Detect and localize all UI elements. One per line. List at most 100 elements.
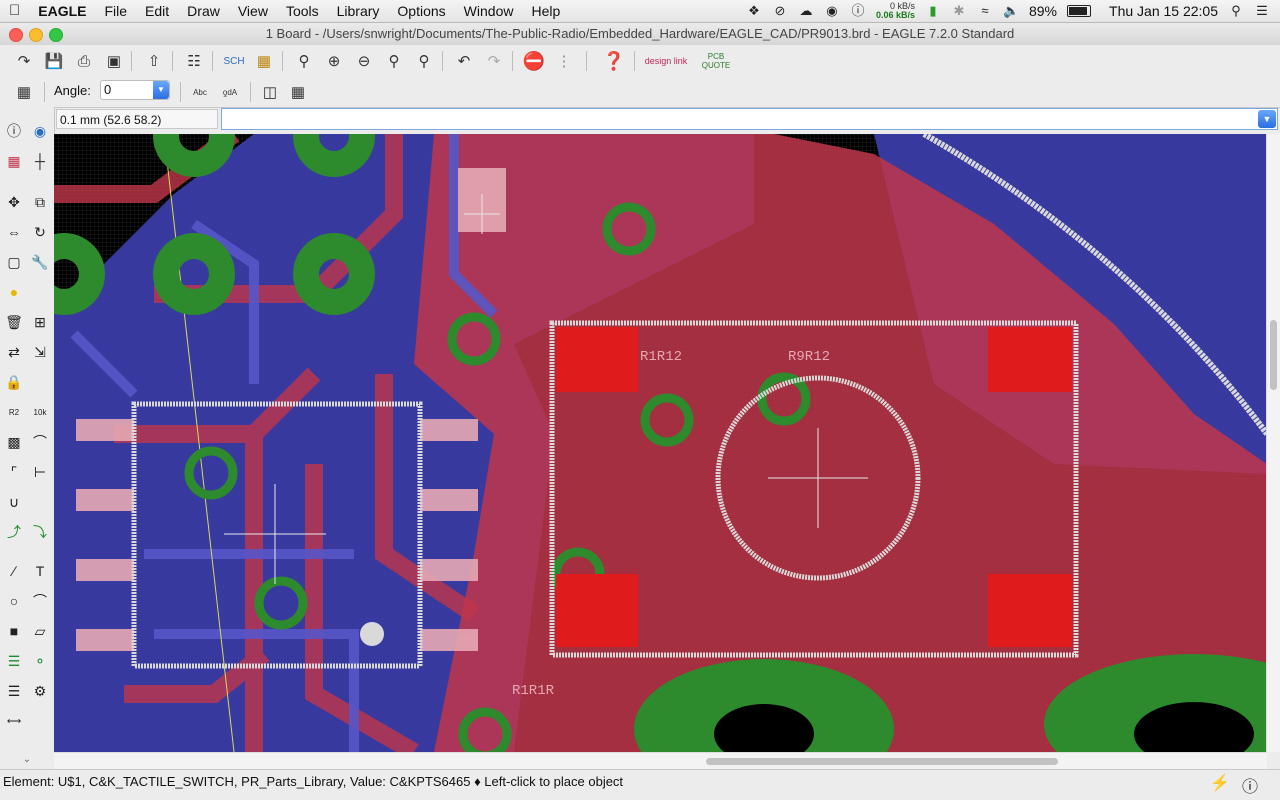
rotate-tool-icon[interactable]: ↻ xyxy=(28,220,52,244)
cloud-icon[interactable]: ☁ xyxy=(798,4,814,18)
command-history-dropdown-icon[interactable]: ▼ xyxy=(1258,110,1276,128)
circle-tool-icon[interactable]: ○ xyxy=(2,589,26,613)
lock-element-tool-icon[interactable]: ⇲ xyxy=(28,340,52,364)
miter-tool-icon[interactable]: ⌒ xyxy=(28,430,52,454)
via-tool-icon[interactable]: ☰ xyxy=(2,649,26,673)
rotate-icon[interactable]: ▦ xyxy=(286,80,310,104)
save-icon[interactable]: 💾 xyxy=(42,49,66,73)
copy-tool-icon[interactable]: ⧉ xyxy=(28,190,52,214)
value-tool-icon[interactable]: 10k xyxy=(28,400,52,424)
menu-edit[interactable]: Edit xyxy=(136,0,178,22)
signal-tool-icon[interactable]: ⚬ xyxy=(28,649,52,673)
dimension-tool-icon[interactable]: ⟷ xyxy=(2,709,26,733)
vertical-scrollbar[interactable] xyxy=(1266,134,1280,752)
smash-tool-icon[interactable]: ▩ xyxy=(2,430,26,454)
paste-tool-icon[interactable]: ● xyxy=(2,280,26,304)
minimize-window-button[interactable] xyxy=(29,28,43,42)
palette-expand-chevron-icon[interactable]: ⌄ xyxy=(15,747,39,771)
zoom-window-button[interactable] xyxy=(49,28,63,42)
polygon-tool-icon[interactable]: ▱ xyxy=(28,619,52,643)
layer-settings-icon[interactable]: ☷ xyxy=(182,49,206,73)
battery-monitor-icon[interactable]: ▮ xyxy=(925,4,941,18)
clock[interactable]: Thu Jan 15 22:05 xyxy=(1101,3,1218,19)
network-monitor[interactable]: 0 kB/s 0.06 kB/s xyxy=(876,2,915,20)
print-icon[interactable]: ⎙ xyxy=(72,49,96,73)
lock-tool-icon[interactable]: 🔒 xyxy=(2,370,26,394)
name-tool-icon[interactable]: R2 xyxy=(2,400,26,424)
info-circle-icon[interactable]: ⓘ xyxy=(850,4,866,18)
menu-window[interactable]: Window xyxy=(455,0,523,22)
menu-draw[interactable]: Draw xyxy=(178,0,229,22)
mirror-icon[interactable]: ◫ xyxy=(258,80,282,104)
wifi-icon[interactable]: ≈ xyxy=(977,4,993,18)
spotlight-icon[interactable]: ⚲ xyxy=(1228,4,1244,18)
zoom-fit-icon[interactable]: ⚲ xyxy=(292,49,316,73)
zoom-select-icon[interactable]: ⚲ xyxy=(412,49,436,73)
timemachine-icon[interactable]: ⊘ xyxy=(772,4,788,18)
meander-tool-icon[interactable]: ∪ xyxy=(2,490,26,514)
pcbquote-button[interactable]: PCB QUOTE xyxy=(696,49,736,73)
hole-tool-icon[interactable]: ☰ xyxy=(2,679,26,703)
designlink-button[interactable]: design link xyxy=(644,49,688,73)
optimize-tool-icon[interactable]: ⊢ xyxy=(28,460,52,484)
menu-options[interactable]: Options xyxy=(388,0,454,22)
battery-icon[interactable] xyxy=(1067,5,1092,17)
lightning-icon[interactable]: ⚡ xyxy=(1210,773,1230,797)
redo-icon[interactable]: ↷ xyxy=(482,49,506,73)
help-icon[interactable]: ❓ xyxy=(602,49,626,73)
grid-icon[interactable]: ▦ xyxy=(12,80,36,104)
close-window-button[interactable] xyxy=(9,28,23,42)
dropbox-icon[interactable]: ❖ xyxy=(746,4,762,18)
add-tool-icon[interactable]: ⊞ xyxy=(28,310,52,334)
show-tool-icon[interactable]: ◉ xyxy=(28,119,52,143)
display-tool-icon[interactable]: ▦ xyxy=(2,149,26,173)
bluetooth-icon[interactable]: ✱ xyxy=(951,4,967,18)
text-tool-icon[interactable]: T xyxy=(28,559,52,583)
move-tool-icon[interactable]: ✥ xyxy=(2,190,26,214)
board-canvas[interactable]: R1R12 R9R12 R1R1R xyxy=(54,134,1267,752)
mark-tool-icon[interactable]: ┼ xyxy=(28,149,52,173)
stop-command-icon[interactable]: ⓘ xyxy=(1242,773,1258,797)
menu-view[interactable]: View xyxy=(229,0,277,22)
go-icon[interactable]: ⋮ xyxy=(552,49,576,73)
attribute-tool-icon[interactable]: ⚙ xyxy=(28,679,52,703)
stop-icon[interactable]: ⛔ xyxy=(522,49,546,73)
info-tool-icon[interactable]: ⓘ xyxy=(2,119,26,143)
abc-mirror-icon[interactable]: ƍdA xyxy=(218,80,242,104)
abc-text-icon[interactable]: Abc xyxy=(188,80,212,104)
rect-tool-icon[interactable]: ■ xyxy=(2,619,26,643)
wire-tool-icon[interactable]: ∕ xyxy=(2,559,26,583)
volume-icon[interactable]: 🔈 xyxy=(1003,4,1019,18)
ulp-icon[interactable]: ⇧ xyxy=(142,49,166,73)
board-icon[interactable]: ▦ xyxy=(252,49,276,73)
zoom-in-icon[interactable]: ⊕ xyxy=(322,49,346,73)
group-tool-icon[interactable]: ▢ xyxy=(2,250,26,274)
horizontal-scroll-thumb[interactable] xyxy=(706,758,1058,765)
chevron-down-icon[interactable]: ▼ xyxy=(153,81,169,99)
angle-combo[interactable]: 0 ▼ xyxy=(100,80,170,100)
ripup-tool-icon[interactable]: ⤵ xyxy=(28,520,52,544)
arc-tool-icon[interactable]: ⌒ xyxy=(28,589,52,613)
route-tool-icon[interactable]: ⤴ xyxy=(2,520,26,544)
notification-center-icon[interactable]: ☰ xyxy=(1254,4,1270,18)
menu-tools[interactable]: Tools xyxy=(277,0,328,22)
zoom-out-icon[interactable]: ⊖ xyxy=(352,49,376,73)
horizontal-scrollbar[interactable] xyxy=(54,752,1267,769)
apple-menu-icon[interactable]:  xyxy=(0,0,29,22)
menu-library[interactable]: Library xyxy=(328,0,389,22)
eye-icon[interactable]: ◉ xyxy=(824,4,840,18)
vertical-scroll-thumb[interactable] xyxy=(1270,320,1277,390)
open-icon[interactable]: ↷ xyxy=(12,49,36,73)
change-tool-icon[interactable]: 🔧 xyxy=(28,250,52,274)
undo-icon[interactable]: ↶ xyxy=(452,49,476,73)
app-menu[interactable]: EAGLE xyxy=(29,0,95,22)
command-input[interactable] xyxy=(221,108,1278,130)
schematic-icon[interactable]: SCH xyxy=(222,49,246,73)
menu-help[interactable]: Help xyxy=(522,0,569,22)
replace-tool-icon[interactable]: ⇄ xyxy=(2,340,26,364)
cam-icon[interactable]: ▣ xyxy=(102,49,126,73)
delete-tool-icon[interactable]: 🗑 xyxy=(2,310,26,334)
menu-file[interactable]: File xyxy=(95,0,136,22)
zoom-area-icon[interactable]: ⚲ xyxy=(382,49,406,73)
mirror-tool-icon[interactable]: ⇔ xyxy=(2,220,26,244)
